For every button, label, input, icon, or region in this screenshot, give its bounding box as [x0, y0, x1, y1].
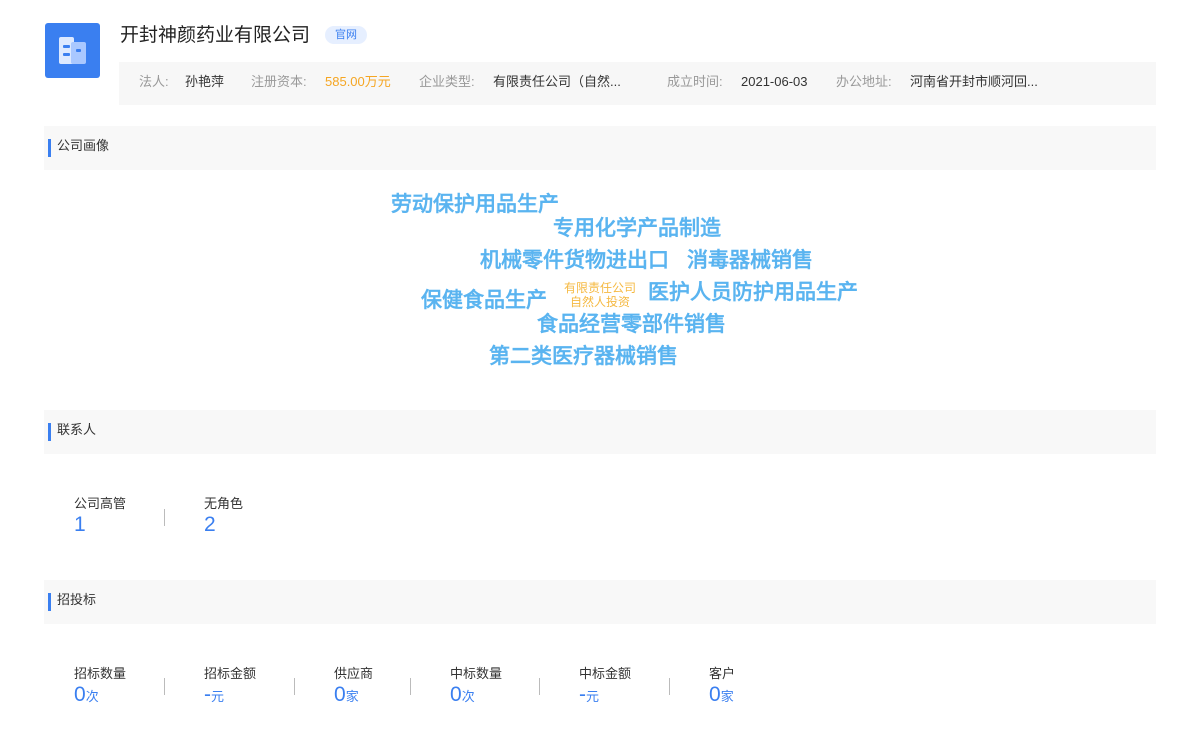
contact-stat-no-role[interactable]: 无角色 2: [204, 493, 243, 535]
founded-value: 2021-06-03: [741, 74, 808, 89]
portrait-tag: 机械零件货物进出口: [480, 249, 669, 272]
section-accent-bar: [48, 139, 51, 157]
portrait-section-header: 公司画像: [44, 126, 1156, 170]
bid-stat-tender-amount[interactable]: 招标金额 -元: [204, 663, 256, 705]
stat-divider: [164, 678, 165, 695]
contact-stat-executives[interactable]: 公司高管 1: [74, 493, 126, 535]
stat-divider: [294, 678, 295, 695]
portrait-tag: 第二类医疗器械销售: [489, 345, 678, 368]
portrait-tag: 劳动保护用品生产: [391, 193, 559, 216]
bid-stat-customers[interactable]: 客户 0家: [709, 663, 735, 705]
portrait-tag: 食品经营零部件销售: [537, 313, 726, 336]
capital-value: 585.00万元: [325, 74, 391, 89]
legal-person-label: 法人:: [139, 74, 169, 89]
bidding-section-title: 招投标: [57, 592, 97, 607]
bid-stat-tender-count[interactable]: 招标数量 0次: [74, 663, 126, 705]
contacts-section-title: 联系人: [57, 422, 97, 437]
portrait-tag: 医护人员防护用品生产: [648, 281, 858, 304]
bid-stat-win-count[interactable]: 中标数量 0次: [450, 663, 502, 705]
bidding-section-header: 招投标: [44, 580, 1156, 624]
company-info-bar: 法人: 孙艳萍 注册资本: 585.00万元 企业类型: 有限责任公司（自然..…: [119, 62, 1156, 105]
company-name: 开封神颜药业有限公司: [120, 25, 311, 46]
company-type-value: 有限责任公司（自然...: [493, 74, 621, 89]
portrait-tag: 保健食品生产: [421, 289, 547, 312]
portrait-tag-small: 有限责任公司 自然人投资: [563, 281, 636, 309]
legal-person-value[interactable]: 孙艳萍: [185, 62, 224, 102]
bid-stat-win-amount[interactable]: 中标金额 -元: [579, 663, 631, 705]
portrait-tag: 专用化学产品制造: [553, 217, 721, 240]
address-value: 河南省开封市顺河回...: [910, 74, 1038, 89]
portrait-section-title: 公司画像: [57, 138, 110, 153]
section-accent-bar: [48, 423, 51, 441]
stat-divider: [669, 678, 670, 695]
section-accent-bar: [48, 593, 51, 611]
official-site-badge[interactable]: 官网: [325, 26, 367, 44]
capital-label: 注册资本:: [251, 74, 307, 89]
stat-divider: [539, 678, 540, 695]
stat-divider: [410, 678, 411, 695]
company-logo: [45, 23, 100, 78]
bid-stat-suppliers[interactable]: 供应商 0家: [334, 663, 373, 705]
company-type-label: 企业类型:: [419, 74, 475, 89]
stat-divider: [164, 509, 165, 526]
contacts-section-header: 联系人: [44, 410, 1156, 454]
address-label: 办公地址:: [836, 74, 892, 89]
founded-label: 成立时间:: [667, 74, 723, 89]
portrait-tag: 消毒器械销售: [687, 249, 813, 272]
